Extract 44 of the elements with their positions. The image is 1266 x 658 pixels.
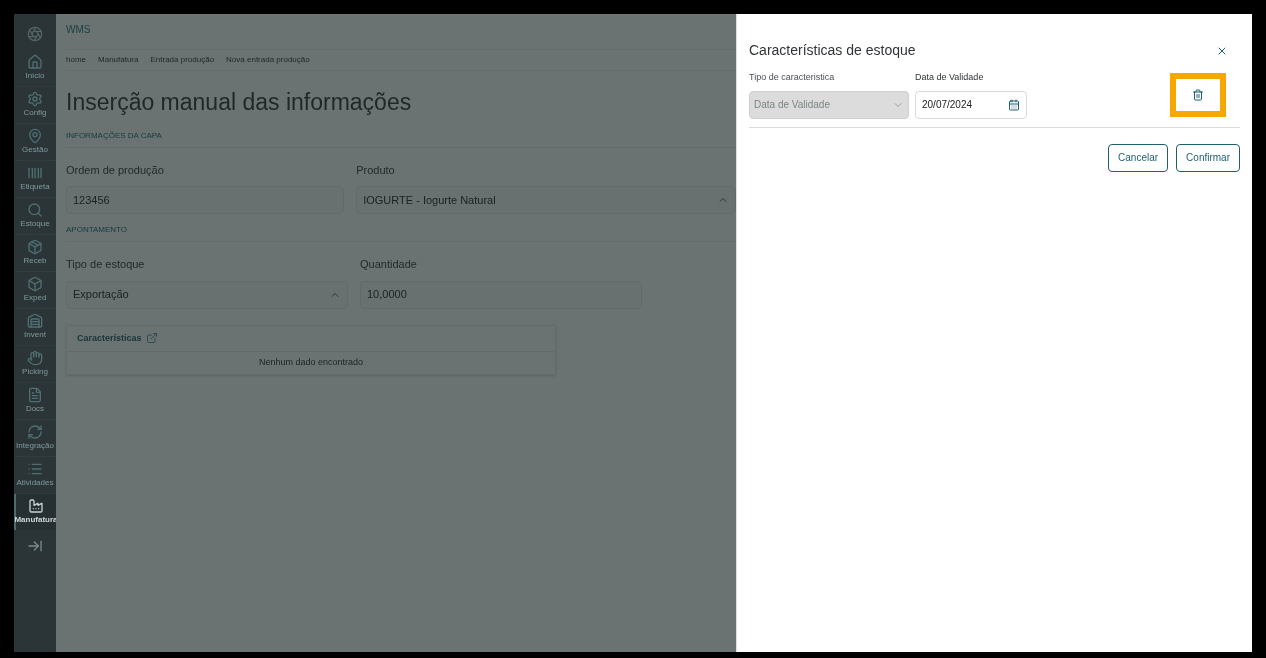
field-label: Tipo de estoque bbox=[66, 257, 146, 272]
map-pin-icon bbox=[27, 128, 43, 144]
trash-icon bbox=[1192, 88, 1204, 101]
breadcrumb-link[interactable]: Entrada produção bbox=[150, 54, 215, 66]
field-label: Quantidade bbox=[360, 257, 418, 272]
input-field[interactable]: 123456 bbox=[66, 186, 345, 214]
sidebar-item[interactable]: Manufatura bbox=[14, 494, 56, 530]
external-link-icon[interactable] bbox=[145, 332, 158, 345]
select-field[interactable]: Exportação bbox=[66, 280, 348, 309]
warehouse-icon bbox=[27, 313, 43, 329]
page-title: Inserção manual das informações bbox=[66, 88, 413, 117]
factory-icon bbox=[28, 498, 44, 514]
package-icon bbox=[27, 239, 43, 255]
barcode-icon bbox=[27, 165, 43, 181]
section-title: APONTAMENTO bbox=[66, 224, 736, 242]
section-title: INFORMAÇÕES DA CAPA bbox=[66, 129, 736, 148]
search-icon bbox=[27, 202, 43, 218]
field-label: Tipo de caracteristica bbox=[749, 71, 836, 84]
drawer-title: Características de estoque bbox=[749, 41, 916, 60]
document-icon bbox=[27, 387, 43, 403]
app-title: WMS bbox=[66, 23, 92, 37]
date-field[interactable]: 20/07/2024 bbox=[915, 90, 1027, 119]
box-icon bbox=[27, 276, 43, 292]
select-field[interactable]: IOGURTE - Iogurte Natural bbox=[356, 186, 736, 214]
home-icon bbox=[27, 54, 43, 70]
logo-icon bbox=[27, 26, 43, 42]
dialog-button[interactable]: Cancelar bbox=[1108, 143, 1169, 172]
refresh-icon bbox=[27, 424, 43, 440]
calendar-icon[interactable] bbox=[1008, 98, 1020, 111]
settings-icon bbox=[27, 91, 43, 107]
card-title: Características bbox=[77, 331, 142, 345]
expand-icon[interactable] bbox=[27, 538, 43, 554]
list-icon bbox=[27, 461, 43, 477]
field-label: Data de Validade bbox=[915, 71, 985, 84]
delete-button[interactable] bbox=[1170, 72, 1226, 117]
field-label: Ordem de produção bbox=[66, 162, 165, 178]
breadcrumb-link[interactable]: home bbox=[66, 54, 86, 66]
hand-icon bbox=[27, 350, 43, 366]
dialog-button[interactable]: Confirmar bbox=[1176, 143, 1240, 172]
input-field[interactable]: 10,0000 bbox=[360, 280, 642, 309]
breadcrumb-link[interactable]: Manufatura bbox=[98, 54, 139, 66]
field-label: Produto bbox=[356, 162, 396, 178]
empty-message: Nenhum dado encontrado bbox=[258, 356, 364, 369]
breadcrumb-link[interactable]: Nova entrada produção bbox=[226, 54, 310, 66]
